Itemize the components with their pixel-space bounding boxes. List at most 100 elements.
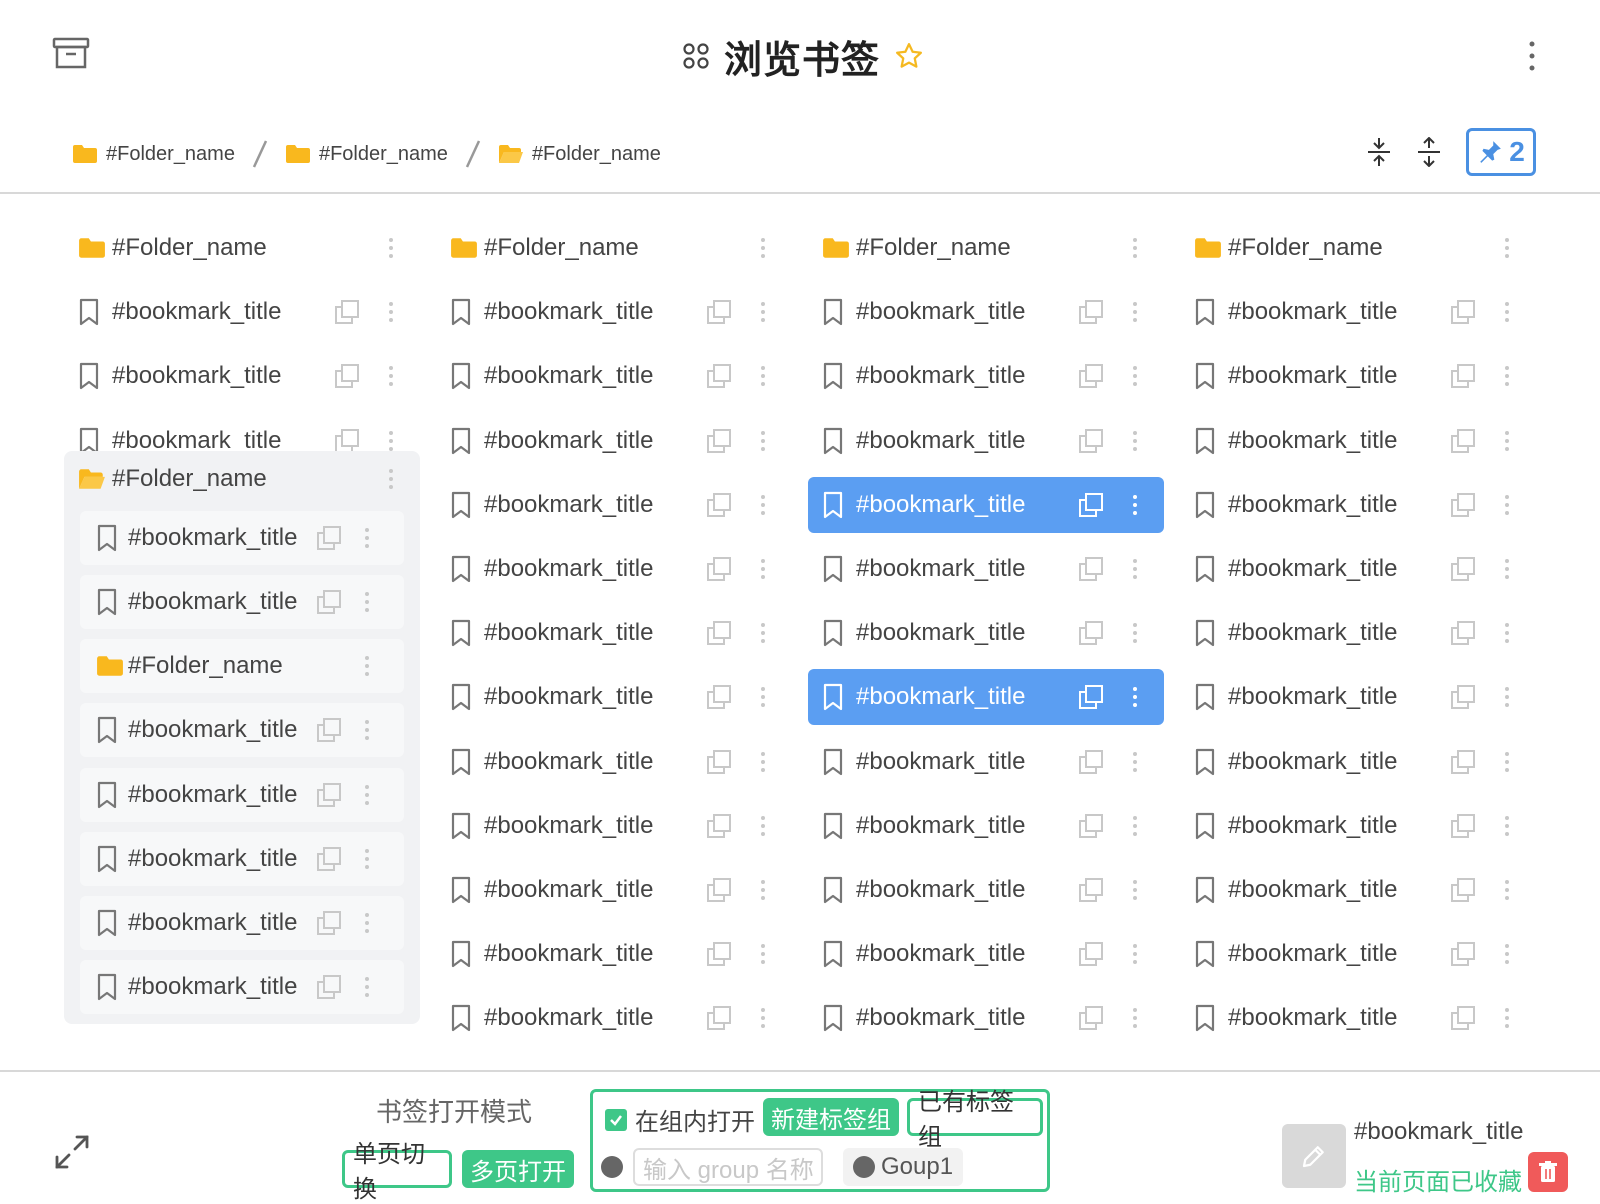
- bookmark-row[interactable]: #bookmark_title: [436, 926, 792, 982]
- folder-row[interactable]: #Folder_name: [808, 220, 1164, 276]
- more-vertical-icon[interactable]: [364, 784, 370, 806]
- more-vertical-icon[interactable]: [760, 751, 766, 773]
- copy-icon[interactable]: [1450, 813, 1476, 839]
- more-vertical-icon[interactable]: [1504, 1007, 1510, 1029]
- more-vertical-icon[interactable]: [1132, 430, 1138, 452]
- collapse-vertical-icon[interactable]: [1366, 137, 1392, 167]
- bookmark-row[interactable]: #bookmark_title: [808, 348, 1164, 404]
- copy-icon[interactable]: [316, 717, 342, 743]
- copy-icon[interactable]: [334, 363, 360, 389]
- more-vertical-icon[interactable]: [1132, 622, 1138, 644]
- more-vertical-icon[interactable]: [1504, 879, 1510, 901]
- copy-icon[interactable]: [1078, 428, 1104, 454]
- bookmark-row[interactable]: #bookmark_title: [1180, 669, 1536, 725]
- existing-group-chip[interactable]: Goup1: [843, 1148, 964, 1186]
- bookmark-row[interactable]: #bookmark_title: [1180, 605, 1536, 661]
- copy-icon[interactable]: [1078, 556, 1104, 582]
- copy-icon[interactable]: [1450, 492, 1476, 518]
- pinned-button[interactable]: 2: [1466, 128, 1536, 176]
- copy-icon[interactable]: [316, 525, 342, 551]
- more-vertical-icon[interactable]: [760, 686, 766, 708]
- more-vertical-icon[interactable]: [1504, 815, 1510, 837]
- copy-icon[interactable]: [316, 974, 342, 1000]
- more-vertical-icon[interactable]: [760, 365, 766, 387]
- more-vertical-icon[interactable]: [364, 655, 370, 677]
- more-vertical-icon[interactable]: [1132, 879, 1138, 901]
- more-vertical-icon[interactable]: [760, 1007, 766, 1029]
- bookmark-row[interactable]: #bookmark_title: [1180, 348, 1536, 404]
- more-vertical-icon[interactable]: [1132, 558, 1138, 580]
- more-vertical-icon[interactable]: [388, 468, 394, 490]
- copy-icon[interactable]: [706, 941, 732, 967]
- copy-icon[interactable]: [1078, 941, 1104, 967]
- new-group-button[interactable]: 新建标签组: [763, 1098, 899, 1136]
- copy-icon[interactable]: [1078, 684, 1104, 710]
- more-vertical-icon[interactable]: [364, 527, 370, 549]
- more-vertical-icon[interactable]: [364, 591, 370, 613]
- more-vertical-icon[interactable]: [760, 301, 766, 323]
- bookmark-row[interactable]: #bookmark_title: [80, 895, 404, 950]
- more-vertical-icon[interactable]: [760, 237, 766, 259]
- bookmark-row[interactable]: #bookmark_title: [808, 541, 1164, 597]
- bookmark-row[interactable]: #bookmark_title: [808, 284, 1164, 340]
- copy-icon[interactable]: [1078, 813, 1104, 839]
- bookmark-row[interactable]: #bookmark_title: [436, 541, 792, 597]
- in-group-option[interactable]: 在组内打开: [605, 1102, 755, 1137]
- bookmark-row[interactable]: #bookmark_title: [436, 348, 792, 404]
- more-vertical-icon[interactable]: [1132, 365, 1138, 387]
- bookmark-row[interactable]: #bookmark_title: [1180, 798, 1536, 854]
- copy-icon[interactable]: [706, 620, 732, 646]
- more-vertical-icon[interactable]: [1504, 237, 1510, 259]
- more-vertical-icon[interactable]: [388, 365, 394, 387]
- more-vertical-icon[interactable]: [1528, 40, 1536, 72]
- bookmark-row[interactable]: #bookmark_title: [1180, 734, 1536, 790]
- bookmark-row[interactable]: #bookmark_title: [64, 348, 420, 404]
- copy-icon[interactable]: [1078, 749, 1104, 775]
- more-vertical-icon[interactable]: [1504, 365, 1510, 387]
- bookmark-row[interactable]: #bookmark_title: [808, 862, 1164, 918]
- copy-icon[interactable]: [706, 877, 732, 903]
- more-vertical-icon[interactable]: [364, 912, 370, 934]
- copy-icon[interactable]: [1078, 620, 1104, 646]
- copy-icon[interactable]: [334, 299, 360, 325]
- copy-icon[interactable]: [706, 749, 732, 775]
- apps-icon[interactable]: [682, 42, 710, 70]
- copy-icon[interactable]: [706, 492, 732, 518]
- folder-row[interactable]: #Folder_name: [436, 220, 792, 276]
- bookmark-row[interactable]: #bookmark_title: [1180, 477, 1536, 533]
- bookmark-row[interactable]: #bookmark_title: [64, 284, 420, 340]
- more-vertical-icon[interactable]: [760, 622, 766, 644]
- more-vertical-icon[interactable]: [388, 430, 394, 452]
- bookmark-row[interactable]: #bookmark_title: [80, 510, 404, 565]
- copy-icon[interactable]: [1078, 877, 1104, 903]
- star-icon[interactable]: [894, 41, 924, 71]
- expand-vertical-icon[interactable]: [1416, 137, 1442, 167]
- bookmark-row[interactable]: #bookmark_title: [1180, 926, 1536, 982]
- bookmark-row[interactable]: #bookmark_title: [808, 798, 1164, 854]
- radio-dot[interactable]: [601, 1156, 623, 1178]
- more-vertical-icon[interactable]: [1504, 943, 1510, 965]
- more-vertical-icon[interactable]: [760, 558, 766, 580]
- bookmark-row[interactable]: #bookmark_title: [808, 734, 1164, 790]
- folder-row[interactable]: #Folder_name: [64, 451, 420, 507]
- bookmark-row[interactable]: #bookmark_title: [1180, 413, 1536, 469]
- more-vertical-icon[interactable]: [1132, 494, 1138, 516]
- expand-icon[interactable]: [54, 1134, 90, 1170]
- copy-icon[interactable]: [316, 782, 342, 808]
- copy-icon[interactable]: [1450, 556, 1476, 582]
- bookmark-row[interactable]: #bookmark_title: [808, 605, 1164, 661]
- copy-icon[interactable]: [706, 684, 732, 710]
- copy-icon[interactable]: [1450, 363, 1476, 389]
- bookmark-row[interactable]: #bookmark_title: [808, 926, 1164, 982]
- more-vertical-icon[interactable]: [364, 719, 370, 741]
- more-vertical-icon[interactable]: [1504, 622, 1510, 644]
- copy-icon[interactable]: [334, 428, 360, 454]
- more-vertical-icon[interactable]: [1504, 494, 1510, 516]
- more-vertical-icon[interactable]: [1504, 751, 1510, 773]
- more-vertical-icon[interactable]: [760, 943, 766, 965]
- more-vertical-icon[interactable]: [388, 301, 394, 323]
- copy-icon[interactable]: [1078, 363, 1104, 389]
- bookmark-row[interactable]: #bookmark_title: [1180, 990, 1536, 1046]
- bookmark-row[interactable]: #bookmark_title: [80, 960, 404, 1015]
- folder-row[interactable]: #Folder_name: [1180, 220, 1536, 276]
